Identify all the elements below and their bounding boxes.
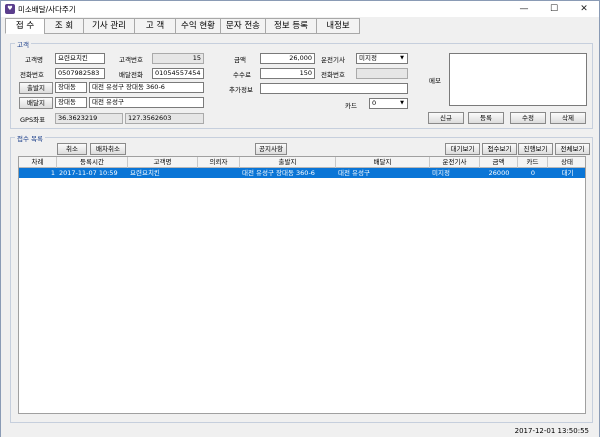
new-button[interactable]: 신규 [428, 112, 464, 124]
phone-label: 전화번호 [20, 71, 44, 79]
cell-origin: 대전 유성구 장대동 360-6 [242, 169, 315, 177]
tab-driver-management[interactable]: 기사 관리 [83, 18, 135, 34]
extra-info-field[interactable] [260, 83, 408, 94]
gps-lat-field: 36.3623219 [55, 113, 123, 124]
amount-label: 금액 [234, 56, 246, 64]
column-header[interactable]: 운전기사 [430, 157, 480, 168]
column-header[interactable]: 금액 [480, 157, 518, 168]
column-header[interactable]: 배달지 [336, 157, 430, 168]
cell-requester [198, 168, 240, 178]
driver-phone-label: 전화번호 [321, 71, 345, 79]
extra-info-label: 추가정보 [229, 86, 253, 94]
fee-label: 수수료 [233, 71, 251, 79]
view-received-button[interactable]: 접수보기 [482, 143, 517, 155]
cell-no: 1 [50, 169, 55, 177]
delivery-phone-field[interactable]: 01054557454 [152, 68, 204, 79]
card-label: 카드 [345, 102, 357, 110]
status-datetime: 2017-12-01 13:50:55 [514, 427, 589, 435]
origin-area-field[interactable]: 장대동 [55, 82, 87, 93]
cancel-button[interactable]: 취소 [57, 143, 87, 155]
chevron-down-icon: ▼ [400, 100, 404, 106]
cell-card: 0 [530, 169, 536, 177]
tab-revenue[interactable]: 수익 현황 [175, 18, 221, 34]
view-waiting-button[interactable]: 대기보기 [445, 143, 480, 155]
column-header[interactable]: 카드 [518, 157, 548, 168]
card-select[interactable]: 0 ▼ [369, 98, 408, 109]
driver-phone-field [356, 68, 408, 79]
view-progress-button[interactable]: 진행보기 [518, 143, 553, 155]
orders-table: 차례 등록시간 고객명 의뢰자 출발지 배달지 운전기사 금액 카드 상태 1 … [18, 156, 586, 414]
phone-field[interactable]: 0507982583 [55, 68, 105, 79]
column-header[interactable]: 출발지 [240, 157, 336, 168]
amount-field[interactable]: 26,000 [260, 53, 315, 64]
memo-textarea[interactable] [449, 53, 587, 106]
main-tabs: 접 수 조 회 기사 관리 고 객 수익 현황 문자 전송 정보 등록 내정보 [5, 18, 360, 34]
customer-number-label: 고객번호 [119, 56, 143, 64]
column-header[interactable]: 상태 [548, 157, 585, 168]
register-button[interactable]: 등록 [468, 112, 504, 124]
gps-label: GPS좌표 [20, 116, 46, 124]
orders-group-label: 접수 목록 [15, 133, 45, 143]
tab-customer[interactable]: 고 객 [134, 18, 176, 34]
cell-time: 2017-11-07 10:59 [59, 169, 118, 177]
destination-address-field[interactable]: 대전 유성구 [89, 97, 204, 108]
app-window: ♥ 미소배달/사다주기 — ☐ ✕ 접 수 조 회 기사 관리 고 객 수익 현… [0, 0, 600, 437]
cell-amount: 26000 [488, 169, 510, 177]
tab-info-register[interactable]: 정보 등록 [265, 18, 317, 34]
customer-name-field[interactable]: 요련요치킨 [55, 53, 105, 64]
notice-button[interactable]: 공지사항 [255, 143, 287, 155]
status-bar: 2017-12-01 13:50:55 [1, 427, 599, 437]
customer-number-field: 15 [152, 53, 204, 64]
tab-reception[interactable]: 접 수 [5, 18, 45, 34]
destination-area-field[interactable]: 장대동 [55, 97, 87, 108]
delete-button[interactable]: 삭제 [550, 112, 586, 124]
destination-button[interactable]: 배달지 [19, 97, 53, 109]
tab-lookup[interactable]: 조 회 [44, 18, 84, 34]
column-header[interactable]: 고객명 [128, 157, 198, 168]
chevron-down-icon: ▼ [400, 55, 404, 61]
app-icon: ♥ [5, 4, 15, 14]
tab-sms[interactable]: 문자 전송 [220, 18, 266, 34]
gps-lng-field: 127.3562603 [125, 113, 204, 124]
tab-my-info[interactable]: 내정보 [316, 18, 360, 34]
customer-group-label: 고객 [15, 39, 31, 49]
column-header[interactable]: 의뢰자 [198, 157, 240, 168]
view-all-button[interactable]: 전체보기 [555, 143, 590, 155]
driver-label: 운전기사 [321, 56, 345, 64]
delivery-phone-label: 배달전화 [119, 71, 143, 79]
customer-group: 고객 고객명 요련요치킨 고객번호 15 전화번호 0507982583 배달전… [10, 39, 593, 129]
maximize-button[interactable]: ☐ [539, 1, 569, 17]
title-bar: ♥ 미소배달/사다주기 — ☐ ✕ [1, 1, 599, 17]
memo-label: 메모 [429, 77, 441, 85]
window-title: 미소배달/사다주기 [18, 4, 76, 14]
customer-name-label: 고객명 [25, 56, 43, 64]
table-header: 차례 등록시간 고객명 의뢰자 출발지 배달지 운전기사 금액 카드 상태 [19, 157, 585, 168]
cell-customer: 요련요치킨 [130, 169, 160, 177]
fee-field[interactable]: 150 [260, 68, 315, 79]
origin-button[interactable]: 출발지 [19, 82, 53, 94]
cell-driver: 미지정 [432, 169, 450, 177]
minimize-button[interactable]: — [509, 1, 539, 17]
driver-select[interactable]: 미지정 ▼ [356, 53, 408, 64]
origin-address-field[interactable]: 대전 유성구 장대동 360-6 [89, 82, 204, 93]
table-row[interactable]: 1 2017-11-07 10:59 요련요치킨 대전 유성구 장대동 360-… [19, 168, 585, 178]
close-button[interactable]: ✕ [569, 1, 599, 17]
column-header[interactable]: 등록시간 [57, 157, 128, 168]
card-select-value: 0 [372, 99, 377, 107]
assign-cancel-button[interactable]: 배차취소 [90, 143, 126, 155]
cell-destination: 대전 유성구 [338, 169, 370, 177]
column-header[interactable]: 차례 [19, 157, 57, 168]
cell-status: 대기 [561, 169, 574, 177]
driver-select-value: 미지정 [359, 54, 377, 62]
edit-button[interactable]: 수정 [510, 112, 546, 124]
